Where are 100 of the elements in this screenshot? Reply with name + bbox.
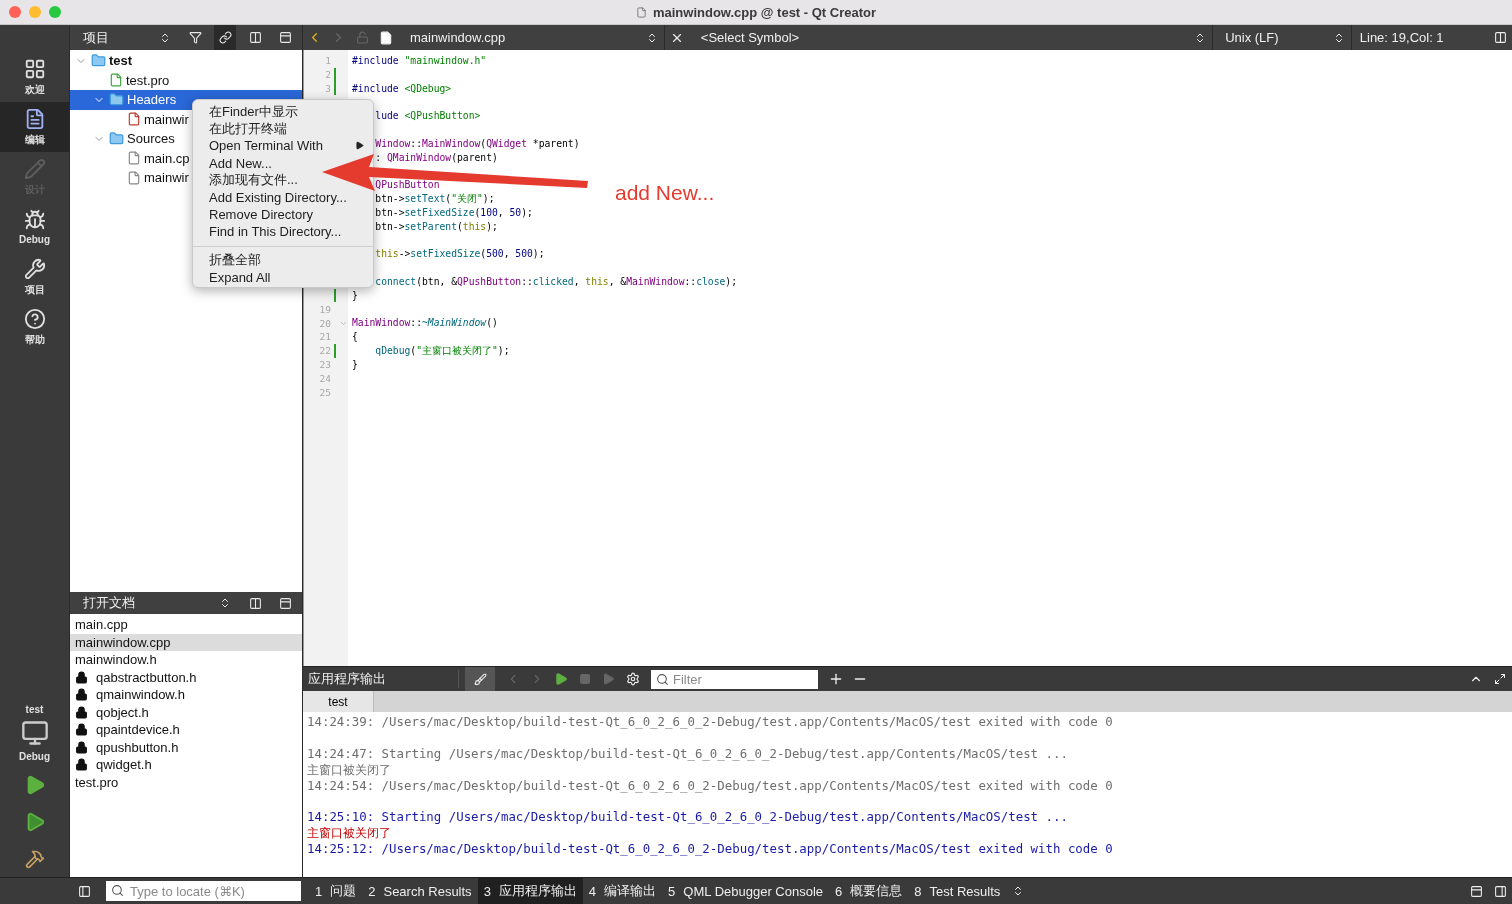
monitor-icon[interactable]: [20, 719, 49, 747]
code-line: btn->setParent(this);: [375, 219, 498, 234]
filter-field[interactable]: Filter: [651, 669, 818, 689]
document-item[interactable]: qmainwindow.h: [70, 686, 302, 704]
line-number: 2: [324, 69, 331, 81]
output-line: 主窗口被关闭了: [307, 761, 391, 778]
line-number: 20: [318, 317, 331, 329]
lock-icon: [75, 758, 88, 772]
folder-icon: [91, 53, 106, 69]
pane-tab[interactable]: 8 Test Results: [908, 878, 1007, 904]
split-icon[interactable]: [248, 596, 262, 610]
code-line: #include <QDebug>: [352, 81, 452, 96]
output-line: 14:24:54: /Users/mac/Desktop/build-test-Qt_6_0_2_6_0_2-Debug/test.app/Contents/MacOS/test exited with code 0: [307, 777, 1113, 794]
menu-item[interactable]: Find in This Directory...: [193, 223, 342, 241]
code-line: Window::MainWindow(QWidget *parent): [375, 136, 580, 151]
split-icon[interactable]: [1493, 31, 1507, 44]
mode-button[interactable]: 项目: [0, 252, 69, 302]
pane-tab[interactable]: 2 Search Results: [362, 878, 478, 904]
close-pane-icon[interactable]: [278, 31, 292, 44]
window-title: mainwindow.cpp @ test - Qt Creator: [652, 4, 877, 20]
link-icon: [218, 31, 232, 44]
file-icon: [127, 170, 141, 185]
menu-item[interactable]: 在此打开终端: [193, 120, 287, 138]
menu-item[interactable]: Expand All: [193, 268, 271, 286]
line-number: 3: [324, 83, 331, 94]
document-item[interactable]: qwidget.h: [70, 756, 302, 774]
code-line: qDebug("主窗口被关闭了");: [375, 343, 510, 358]
sidebar-toggle-icon[interactable]: [1493, 884, 1507, 898]
document-item[interactable]: mainwindow.cpp: [70, 633, 302, 651]
pane-tab[interactable]: 3 应用程序输出: [477, 878, 583, 904]
file-icon: [379, 30, 394, 45]
pane-tab[interactable]: 6 概要信息: [829, 878, 909, 904]
menu-item[interactable]: Remove Directory: [193, 206, 314, 224]
hammer-icon[interactable]: [24, 848, 45, 869]
mode-button[interactable]: 编辑: [0, 102, 69, 152]
code-line: }: [352, 357, 358, 372]
plus-icon[interactable]: [828, 671, 844, 687]
menu-item[interactable]: Add Existing Directory...: [193, 188, 347, 207]
output-line: 14:24:39: /Users/mac/Desktop/build-test-Qt_6_0_2_6_0_2-Debug/test.app/Contents/MacOS/test exited with code 0: [307, 714, 1113, 730]
pane-title: 打开文档: [83, 594, 136, 612]
document-item[interactable]: mainwindow.h: [70, 651, 302, 669]
filter-icon[interactable]: [188, 31, 202, 44]
lock-icon: [75, 705, 88, 719]
line-number: 24: [318, 372, 331, 384]
wrench-icon: [23, 257, 46, 280]
code-line: {: [352, 329, 358, 344]
kit-project-label: test: [25, 704, 44, 715]
mode-button[interactable]: Debug: [0, 202, 69, 252]
tree-item[interactable]: test: [70, 51, 302, 71]
updown-icon[interactable]: [219, 597, 231, 609]
menu-item[interactable]: Open Terminal With: [193, 137, 364, 155]
kit-build-label: Debug: [18, 751, 51, 762]
document-icon: [635, 6, 647, 18]
document-item[interactable]: qobject.h: [70, 703, 302, 721]
updown-icon[interactable]: [159, 31, 171, 44]
locate-field[interactable]: Type to locate (⌘K): [106, 881, 301, 901]
split-icon[interactable]: [248, 31, 262, 44]
output-line: 主窗口被关闭了: [307, 825, 391, 841]
pane-title: 应用程序输出: [303, 670, 459, 688]
lock-icon: [75, 740, 88, 754]
mode-button[interactable]: 欢迎: [0, 52, 69, 102]
code-line: QPushButton: [375, 178, 440, 192]
line-number: 21: [318, 331, 331, 343]
close-pane-icon[interactable]: [278, 596, 292, 610]
file-icon: [127, 151, 141, 166]
document-item[interactable]: qpaintdevice.h: [70, 721, 302, 739]
document-item[interactable]: test.pro: [70, 773, 302, 791]
code-line: btn->setFixedSize(100, 50);: [375, 205, 533, 220]
pane-tab[interactable]: 1 问题: [309, 878, 363, 904]
code-line: lude <QPushButton>: [375, 109, 481, 123]
cursor-position[interactable]: Line: 19,Col: 1: [1351, 30, 1489, 45]
pane-tab[interactable]: 5 QML Debugger Console: [662, 878, 830, 904]
document-item[interactable]: qpushbutton.h: [70, 738, 302, 756]
output-line: 14:25:10: Starting /Users/mac/Desktop/build-test-Qt_6_0_2_6_0_2-Debug/test.app/Contents/MacOS/test ...: [307, 809, 1068, 825]
clear-button[interactable]: [465, 667, 495, 691]
output-toggle-icon[interactable]: [1469, 884, 1483, 898]
code-line: #include "mainwindow.h": [352, 54, 487, 68]
maximize-icon[interactable]: [1494, 673, 1506, 685]
mode-button[interactable]: 帮助: [0, 302, 69, 352]
lock-icon: [75, 688, 88, 702]
menu-item[interactable]: Add New...: [193, 154, 272, 172]
grid-icon: [23, 57, 46, 80]
code-line: btn->setText("关闭");: [375, 191, 495, 206]
run-icon[interactable]: [554, 672, 568, 686]
document-item[interactable]: qabstractbutton.h: [70, 668, 302, 686]
output-line: 14:25:12: /Users/mac/Desktop/build-test-Qt_6_0_2_6_0_2-Debug/test.app/Contents/MacOS/test exited with code 0: [307, 841, 1113, 857]
code-line: MainWindow::~MainWindow(): [352, 316, 498, 330]
output-tab[interactable]: test: [303, 691, 374, 712]
line-number: 1: [324, 55, 331, 67]
help-icon: [23, 307, 46, 330]
sidebar-toggle-icon[interactable]: [77, 884, 91, 898]
settings-icon[interactable]: [626, 672, 640, 686]
document-item[interactable]: main.cpp: [70, 616, 302, 634]
link-button[interactable]: [214, 25, 236, 50]
search-icon: [656, 672, 669, 686]
pencil-icon: [23, 157, 46, 180]
menu-item[interactable]: 折叠全部: [193, 251, 261, 269]
pane-tab[interactable]: 4 编译输出: [582, 878, 663, 904]
menu-item[interactable]: 添加现有文件...: [193, 171, 298, 189]
tree-item[interactable]: test.pro: [70, 70, 302, 90]
